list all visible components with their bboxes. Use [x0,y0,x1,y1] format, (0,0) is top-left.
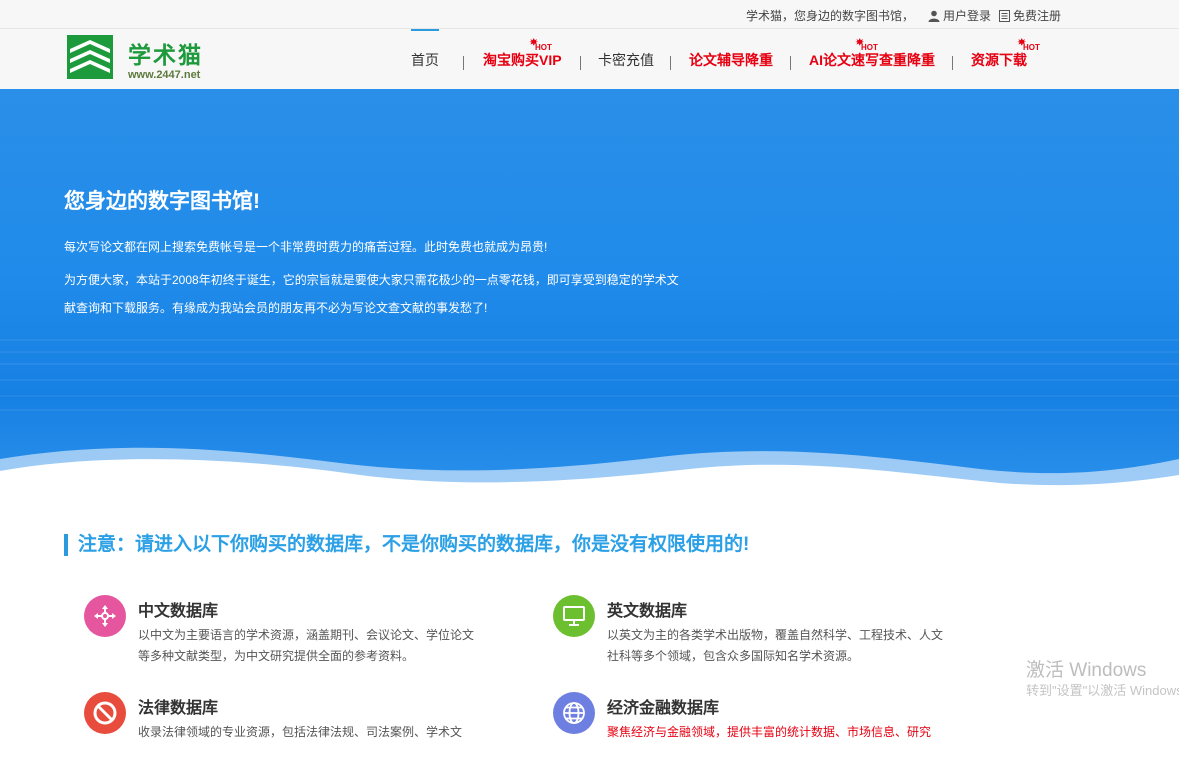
nav-item-thesis-tutoring[interactable]: 论文辅导降重 [689,29,773,89]
register-label: 免费注册 [1012,9,1061,23]
hero-paragraph: 为方便大家，本站于2008年初终于诞生，它的宗旨就是要使大家只需花极少的一点零花… [64,273,679,287]
database-title: 中文数据库 [138,603,219,620]
hot-badge-icon: HOT [1015,38,1041,52]
monitor-icon [553,595,595,637]
logo-name: 学术猫 [128,42,203,68]
site-logo[interactable]: 学术猫 www.2447.net [67,33,227,81]
database-card-english[interactable]: 英文数据库 以英文为主的各类学术出版物，覆盖自然科学、工程技术、人文社科等多个领… [553,595,943,675]
top-utility-bar: 学术猫，您身边的数字图书馆， 用户登录 免费注册 [0,0,1179,29]
database-title: 法律数据库 [138,700,219,717]
login-link[interactable]: 用户登录 [928,7,991,24]
hot-badge-icon: HOT [527,38,553,52]
user-icon [928,10,940,22]
site-header: 学术猫 www.2447.net 首页 淘宝购买VIP HOT 卡密充值 论文辅… [0,29,1179,89]
database-title: 经济金融数据库 [607,700,720,717]
nav-item-home[interactable]: 首页 [411,29,439,91]
windows-activation-watermark: 激活 Windows [1026,660,1147,681]
logo-mark-icon [67,35,113,79]
nav-item-label: AI论文速写查重降重 [809,52,935,68]
svg-text:HOT: HOT [861,43,878,52]
hot-badge-icon: HOT [853,38,879,52]
hero-title: 您身边的数字图书馆! [64,190,260,213]
nav-divider [463,56,464,70]
nav-divider [670,56,671,70]
hero-banner: 您身边的数字图书馆! 每次写论文都在网上搜索免费帐号是一个非常费时费力的痛苦过程… [0,89,1179,499]
nav-item-label: 资源下载 [971,52,1027,68]
site-slogan: 学术猫，您身边的数字图书馆， [745,9,914,23]
document-icon [998,9,1010,22]
database-description: 以中文为主要语言的学术资源，涵盖期刊、会议论文、学位论文等多种文献类型，为中文研… [138,628,475,663]
database-description: 以英文为主的各类学术出版物，覆盖自然科学、工程技术、人文社科等多个领域，包含众多… [607,628,944,663]
nav-divider [580,56,581,70]
database-card-finance[interactable]: 经济金融数据库 聚焦经济与金融领域，提供丰富的统计数据、市场信息、研究 [553,692,931,772]
login-label: 用户登录 [942,9,991,23]
database-description: 收录法律领域的专业资源，包括法律法规、司法案例、学术文 [138,725,463,739]
database-title: 英文数据库 [607,603,688,620]
nav-divider [790,56,791,70]
nav-item-label: 论文辅导降重 [689,52,773,68]
svg-text:HOT: HOT [535,43,552,52]
windows-activation-hint: 转到"设置"以激活 Windows。 [1026,683,1179,698]
prohibited-icon [84,692,126,734]
database-card-chinese[interactable]: 中文数据库 以中文为主要语言的学术资源，涵盖期刊、会议论文、学位论文等多种文献类… [84,595,474,675]
register-link[interactable]: 免费注册 [998,7,1061,24]
move-arrows-icon [84,595,126,637]
svg-text:HOT: HOT [1023,43,1040,52]
hero-wave [0,447,1179,499]
hero-paragraph: 每次写论文都在网上搜索免费帐号是一个非常费时费力的痛苦过程。此时免费也就成为昂贵… [64,240,548,254]
database-card-law[interactable]: 法律数据库 收录法律领域的专业资源，包括法律法规、司法案例、学术文 [84,692,462,772]
hero-paragraph: 献查询和下载服务。有缘成为我站会员的朋友再不必为写论文查文献的事发愁了! [64,301,488,315]
nav-divider [952,56,953,70]
globe-icon [553,692,595,734]
nav-item-label: 卡密充值 [598,52,654,68]
logo-url: www.2447.net [128,69,201,81]
database-description: 聚焦经济与金融领域，提供丰富的统计数据、市场信息、研究 [607,725,932,739]
nav-item-card-recharge[interactable]: 卡密充值 [598,29,654,89]
nav-item-label: 首页 [411,52,439,68]
nav-item-label: 淘宝购买VIP [483,52,562,68]
notice-heading: 注意：请进入以下你购买的数据库，不是你购买的数据库，你是没有权限使用的! [64,534,749,556]
